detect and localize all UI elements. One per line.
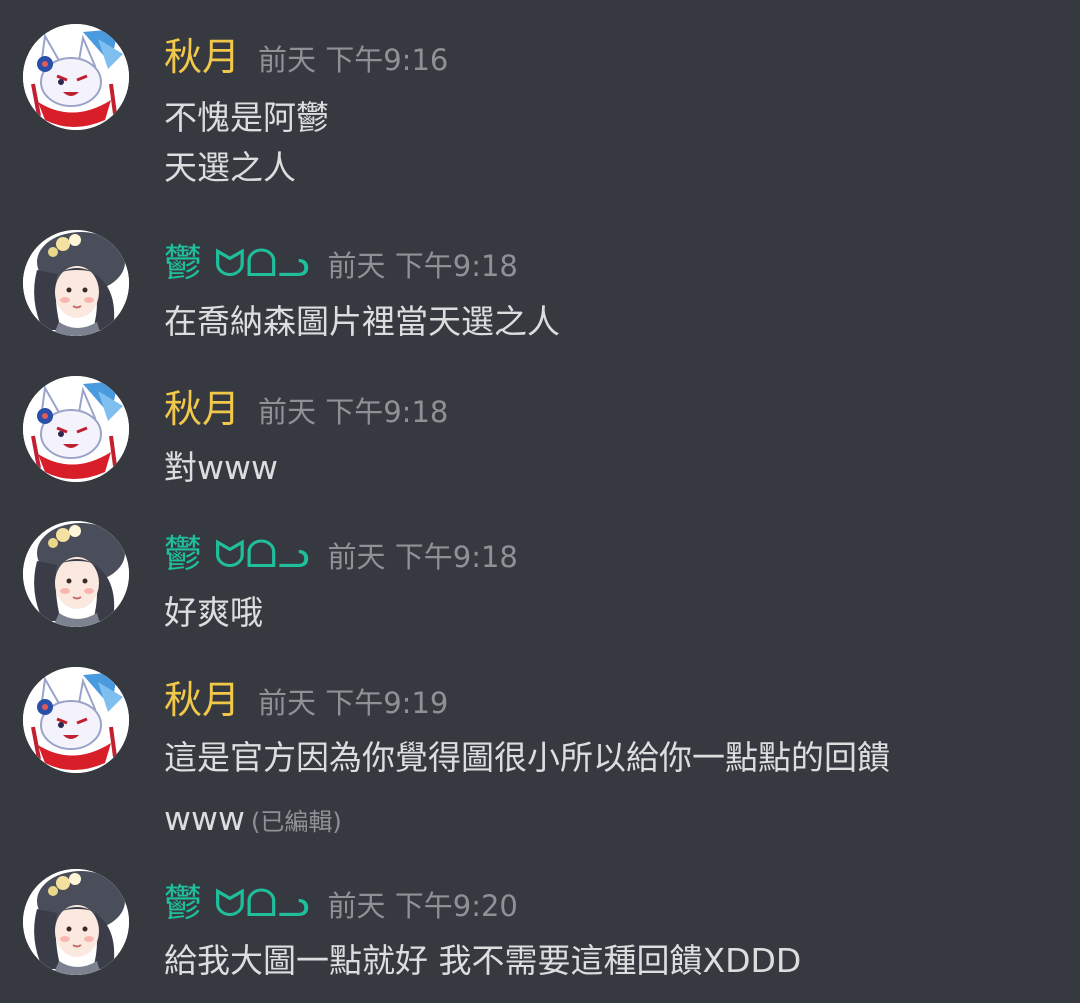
- message-text-with-edit: www (已編輯): [164, 802, 342, 835]
- author-name[interactable]: 鬱 ᗢᗝᓗ: [164, 881, 310, 925]
- author-name[interactable]: 秋月: [164, 387, 240, 431]
- message-timestamp: 前天 下午9:16: [258, 43, 449, 77]
- fox-mask-avatar-icon[interactable]: [23, 667, 129, 773]
- message-text: 好爽哦: [164, 593, 263, 632]
- message-header: 鬱 ᗢᗝᓗ 前天 下午9:20: [164, 884, 518, 922]
- message-text: 給我大圖一點就好 我不需要這種回饋XDDD: [164, 941, 802, 980]
- message-timestamp: 前天 下午9:18: [327, 540, 518, 574]
- message-header: 秋月 前天 下午9:18: [164, 390, 448, 428]
- curly-hair-girl-avatar-icon[interactable]: [23, 230, 129, 336]
- message-text: www: [164, 799, 245, 838]
- message-timestamp: 前天 下午9:20: [327, 889, 518, 923]
- message-header: 鬱 ᗢᗝᓗ 前天 下午9:18: [164, 244, 518, 282]
- author-name[interactable]: 鬱 ᗢᗝᓗ: [164, 241, 310, 285]
- author-name[interactable]: 秋月: [164, 678, 240, 722]
- message-header: 秋月 前天 下午9:16: [164, 38, 448, 76]
- author-name[interactable]: 秋月: [164, 35, 240, 79]
- message-text: 不愧是阿鬱: [164, 98, 329, 137]
- fox-mask-avatar-icon[interactable]: [23, 376, 129, 482]
- message-text: 天選之人: [164, 148, 296, 187]
- fox-mask-avatar-icon[interactable]: [23, 24, 129, 130]
- curly-hair-girl-avatar-icon[interactable]: [23, 521, 129, 627]
- edited-label: (已編輯): [250, 808, 342, 836]
- message-header: 鬱 ᗢᗝᓗ 前天 下午9:18: [164, 535, 518, 573]
- message-text: 這是官方因為你覺得圖很小所以給你一點點的回饋: [164, 738, 890, 777]
- curly-hair-girl-avatar-icon[interactable]: [23, 869, 129, 975]
- author-name[interactable]: 鬱 ᗢᗝᓗ: [164, 532, 310, 576]
- message-timestamp: 前天 下午9:18: [327, 249, 518, 283]
- message-text: 對www: [164, 448, 278, 487]
- message-timestamp: 前天 下午9:18: [258, 395, 449, 429]
- chat-message-list: 秋月 前天 下午9:16 不愧是阿鬱 天選之人 鬱 ᗢᗝᓗ 前天 下午9:18 在喬…: [0, 0, 1080, 1003]
- message-text: 在喬納森圖片裡當天選之人: [164, 302, 560, 341]
- message-header: 秋月 前天 下午9:19: [164, 681, 448, 719]
- message-timestamp: 前天 下午9:19: [258, 686, 449, 720]
